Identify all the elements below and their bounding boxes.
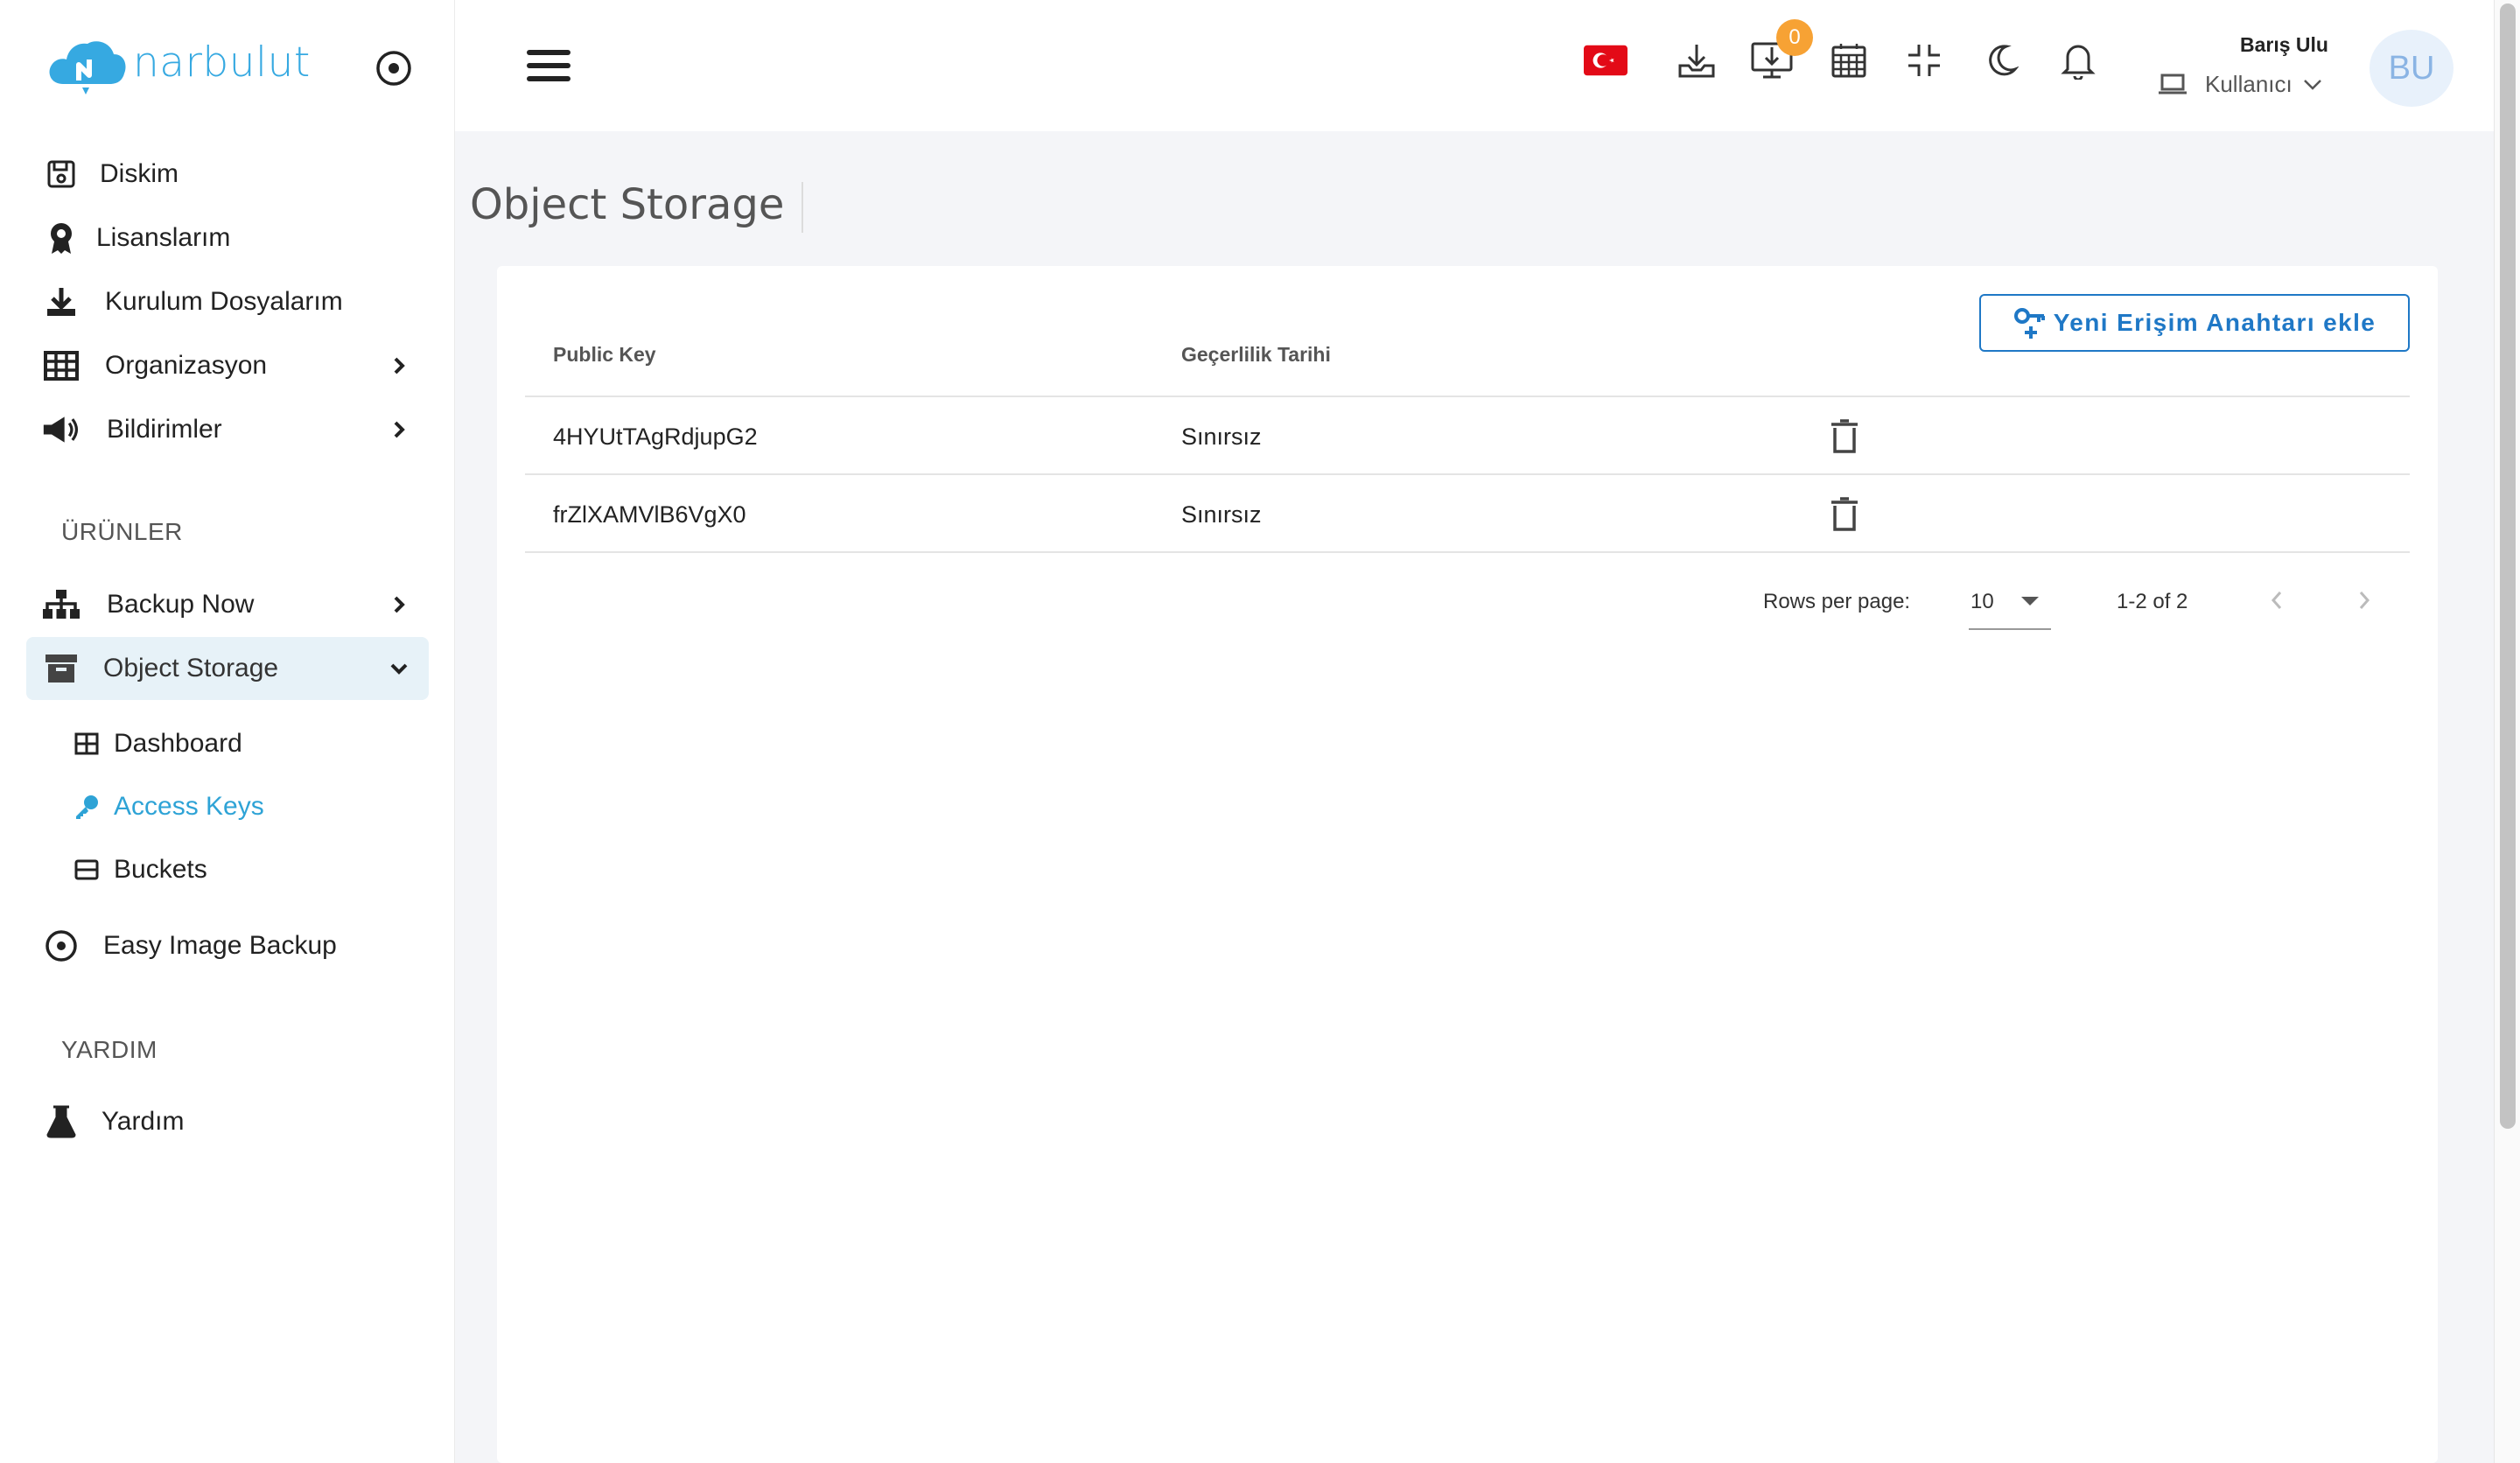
scrollbar-thumb[interactable]: [2500, 4, 2516, 1129]
sidebar-subitem-label: Access Keys: [114, 792, 264, 821]
table-divider: [525, 396, 2410, 397]
user-role-dropdown[interactable]: Kullanıcı: [2158, 68, 2324, 100]
user-name: Barış Ulu: [2240, 33, 2328, 56]
archive-box-icon: [42, 649, 80, 688]
brand-logo[interactable]: narbulut: [44, 30, 311, 100]
sidebar-item-label: Backup Now: [107, 590, 255, 619]
column-header-public-key[interactable]: Public Key: [553, 343, 656, 367]
section-title-products: ÜRÜNLER: [61, 518, 183, 545]
calendar-icon[interactable]: [1827, 38, 1871, 82]
sidebar-item-backup-now[interactable]: Backup Now: [26, 573, 429, 636]
chevron-down-icon: [390, 663, 408, 675]
next-page-icon[interactable]: [2345, 581, 2384, 620]
page-scrollbar[interactable]: [2494, 0, 2520, 1463]
turkish-flag-icon[interactable]: [1584, 38, 1628, 82]
table-divider: [525, 473, 2410, 475]
chevron-right-icon: [394, 596, 405, 613]
sidebar-item-label: Diskim: [100, 159, 178, 188]
page-title: Object Storage: [470, 180, 785, 229]
rows-per-page-label: Rows per page:: [1763, 590, 1911, 613]
grid-icon: [42, 346, 80, 385]
table-divider: [525, 551, 2410, 553]
inbox-download-icon[interactable]: [1675, 38, 1718, 82]
sidebar-item-label: Kurulum Dosyalarım: [105, 287, 343, 316]
validity-cell: Sınırsız: [1181, 501, 1262, 528]
sidebar-item-lisanslarim[interactable]: Lisanslarım: [26, 206, 429, 270]
public-key-cell[interactable]: frZlXAMVlB6VgX0: [553, 501, 746, 528]
chevron-right-icon: [394, 421, 405, 438]
brand-name: narbulut: [133, 38, 311, 87]
download-icon: [42, 283, 80, 321]
sidebar-item-diskim[interactable]: Diskim: [26, 143, 429, 206]
validity-cell: Sınırsız: [1181, 424, 1262, 450]
rows-per-page-value: 10: [1970, 590, 1994, 613]
hamburger-menu-icon[interactable]: [527, 50, 570, 88]
caret-down-icon: [2021, 597, 2039, 606]
add-access-key-button[interactable]: Yeni Erişim Anahtarı ekle: [1979, 294, 2410, 352]
megaphone-icon: [42, 410, 80, 449]
trash-icon[interactable]: [1829, 496, 1860, 533]
sitemap-icon: [42, 585, 80, 624]
exit-fullscreen-icon[interactable]: [1902, 38, 1946, 82]
sidebar-item-bildirimler[interactable]: Bildirimler: [26, 398, 429, 461]
chevron-down-icon: [2303, 80, 2321, 90]
add-access-key-label: Yeni Erişim Anahtarı ekle: [2053, 309, 2376, 336]
grid-small-icon: [72, 729, 102, 759]
sidebar-item-label: Bildirimler: [107, 415, 222, 444]
section-title-help: YARDIM: [61, 1036, 158, 1063]
sidebar-subitem-label: Buckets: [114, 855, 207, 884]
floppy-disk-icon: [42, 155, 80, 193]
public-key-cell[interactable]: 4HYUtTAgRdjupG2: [553, 424, 758, 451]
previous-page-icon[interactable]: [2258, 581, 2296, 620]
avatar[interactable]: BU: [2370, 30, 2454, 107]
sidebar-item-label: Organizasyon: [105, 351, 268, 380]
sidebar-item-easy-image-backup[interactable]: Easy Image Backup: [26, 914, 429, 977]
drive-icon: [72, 855, 102, 885]
access-keys-card: [497, 266, 2438, 1463]
award-icon: [42, 219, 80, 257]
sidebar-subitem-buckets[interactable]: Buckets: [72, 845, 207, 894]
sidebar-item-label: Object Storage: [103, 654, 279, 682]
key-icon: [72, 792, 102, 822]
sidebar-item-label: Easy Image Backup: [103, 931, 337, 960]
chevron-right-icon: [394, 357, 405, 374]
sidebar-item-kurulum-dosyalarim[interactable]: Kurulum Dosyalarım: [26, 270, 429, 333]
laptop-icon: [2159, 74, 2187, 94]
notification-badge: 0: [1776, 19, 1813, 56]
bell-icon[interactable]: [2056, 38, 2100, 82]
sidebar-item-organizasyon[interactable]: Organizasyon: [26, 334, 429, 397]
sidebar-item-label: Lisanslarım: [96, 223, 231, 252]
rows-per-page-select[interactable]: 10: [1969, 581, 2051, 630]
sidebar: narbulut Diskim Lisanslarım Kurulum Dosy…: [0, 0, 455, 1463]
sidebar-subitem-access-keys[interactable]: Access Keys: [72, 782, 264, 831]
flask-icon: [42, 1102, 80, 1141]
key-plus-icon: [2013, 305, 2048, 340]
column-header-validity[interactable]: Geçerlilik Tarihi: [1181, 343, 1331, 367]
sidebar-subitem-dashboard[interactable]: Dashboard: [72, 719, 242, 768]
top-header: 0 Barış Ulu Kullanıcı BU: [455, 0, 2494, 131]
sidebar-toggle-icon[interactable]: [374, 49, 413, 88]
moon-icon[interactable]: [1979, 38, 2023, 82]
pagination-range: 1-2 of 2: [2117, 590, 2188, 613]
user-role-label: Kullanıcı: [2205, 70, 2292, 97]
disc-icon: [42, 927, 80, 965]
sidebar-item-yardim[interactable]: Yardım: [26, 1090, 429, 1153]
title-divider: [802, 182, 803, 233]
sidebar-subitem-label: Dashboard: [114, 729, 242, 758]
trash-icon[interactable]: [1829, 418, 1860, 455]
cloud-logo-icon: [49, 41, 126, 94]
sidebar-item-object-storage[interactable]: Object Storage: [26, 637, 429, 700]
sidebar-item-label: Yardım: [102, 1107, 185, 1136]
